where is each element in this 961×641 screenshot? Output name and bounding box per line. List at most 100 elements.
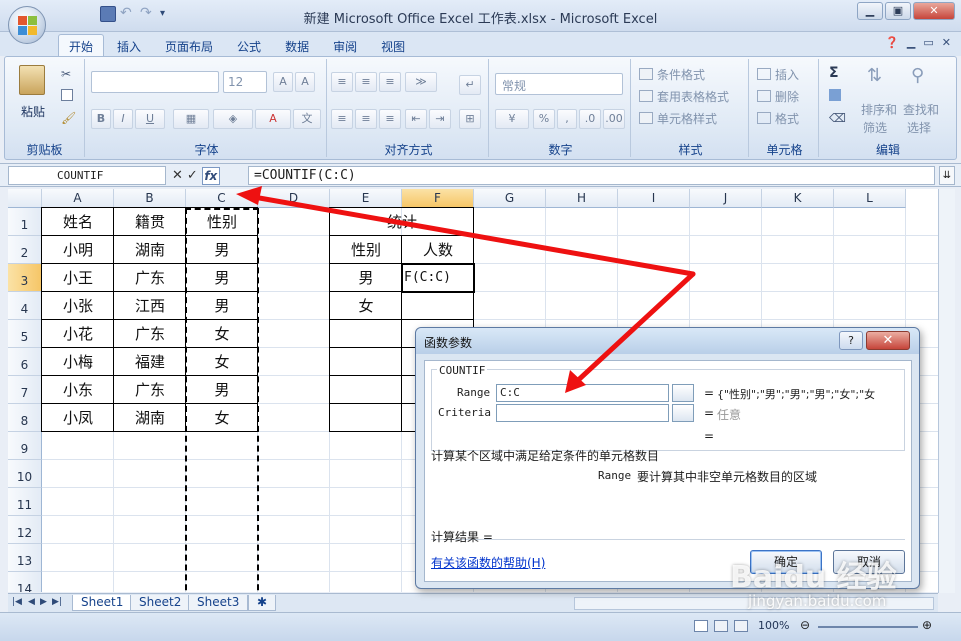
row-header-10[interactable]: 10 [8,460,42,488]
paste-icon[interactable] [19,65,45,95]
row-header-7[interactable]: 7 [8,376,42,404]
find-select-label-1[interactable]: 查找和 [903,101,939,118]
clear-icon[interactable]: ⌫ [829,111,846,125]
first-sheet-icon[interactable]: |◀ [12,597,22,607]
enter-entry-icon[interactable]: ✓ [187,168,198,183]
format-cells-button[interactable]: 格式 [775,110,799,127]
row-header-11[interactable]: 11 [8,488,42,516]
shrink-font-button[interactable]: A [295,72,315,92]
number-format-select[interactable]: 常规 [495,73,623,95]
row-header-14[interactable]: 14 [8,572,42,592]
column-header-f[interactable]: F [402,189,474,208]
tab-page-layout[interactable]: 页面布局 [154,34,224,58]
dialog-help-button[interactable]: ? [839,331,863,350]
row-header-8[interactable]: 8 [8,404,42,432]
row-header-4[interactable]: 4 [8,292,42,320]
column-header-e[interactable]: E [330,189,402,208]
expand-formula-bar-icon[interactable]: ⇊ [939,166,955,185]
sort-filter-icon[interactable]: ⇅ [867,65,882,86]
find-select-label-2[interactable]: 选择 [907,119,931,136]
borders-button[interactable]: ▦ [173,109,209,129]
format-as-table-button[interactable]: 套用表格格式 [657,88,729,105]
office-button[interactable] [8,6,46,44]
vertical-scrollbar[interactable] [938,189,955,593]
fill-color-button[interactable]: ◈ [213,109,253,129]
bold-button[interactable]: B [91,109,111,129]
range-input[interactable]: C:C [496,384,669,402]
cancel-entry-icon[interactable]: ✕ [172,168,183,183]
align-left-button[interactable]: ≡ [331,109,353,129]
column-header-d[interactable]: D [258,189,330,208]
phonetic-button[interactable]: 文 [293,109,321,129]
grow-font-button[interactable]: A [273,72,293,92]
select-all-corner[interactable] [8,189,42,208]
font-color-button[interactable]: A [255,109,291,129]
column-header-i[interactable]: I [618,189,690,208]
criteria-input[interactable] [496,404,669,422]
page-layout-view-icon[interactable] [714,620,728,632]
autosum-icon[interactable]: Σ [829,65,839,81]
align-right-button[interactable]: ≡ [379,109,401,129]
row-header-5[interactable]: 5 [8,320,42,348]
row-header-1[interactable]: 1 [8,208,42,236]
tab-insert[interactable]: 插入 [106,34,152,58]
row-header-13[interactable]: 13 [8,544,42,572]
range-collapse-icon[interactable] [672,384,694,402]
row-header-9[interactable]: 9 [8,432,42,460]
restore-button[interactable]: ▣ [885,2,911,20]
tab-data[interactable]: 数据 [274,34,320,58]
find-select-icon[interactable]: ⚲ [911,65,924,86]
insert-sheet-icon[interactable]: ✱ [248,595,277,611]
currency-button[interactable]: ¥ [495,109,529,129]
sort-filter-label-1[interactable]: 排序和 [861,101,897,118]
workbook-minimize-icon[interactable]: ▁ [907,36,915,49]
align-top-button[interactable]: ≡ [331,72,353,92]
tab-view[interactable]: 视图 [370,34,416,58]
column-header-h[interactable]: H [546,189,618,208]
decrease-decimal-button[interactable]: .00 [603,109,625,129]
column-header-k[interactable]: K [762,189,834,208]
sort-filter-label-2[interactable]: 筛选 [863,119,887,136]
row-header-3[interactable]: 3 [8,264,42,292]
zoom-in-icon[interactable]: ⊕ [922,618,932,632]
tab-home[interactable]: 开始 [58,34,105,58]
minimize-button[interactable]: ▁ [857,2,883,20]
tab-review[interactable]: 审阅 [322,34,368,58]
conditional-format-button[interactable]: 条件格式 [657,66,705,83]
column-header-a[interactable]: A [42,189,114,208]
delete-cells-button[interactable]: 删除 [775,88,799,105]
sheet-tab-3[interactable]: Sheet3 [188,595,249,611]
format-painter-icon[interactable]: 🖌 [61,111,76,125]
font-name-select[interactable] [91,71,219,93]
copy-icon[interactable] [61,89,73,101]
normal-view-icon[interactable] [694,620,708,632]
last-sheet-icon[interactable]: ▶| [52,597,62,607]
align-middle-button[interactable]: ≡ [355,72,377,92]
underline-button[interactable]: U [135,109,165,129]
column-header-b[interactable]: B [114,189,186,208]
fill-icon[interactable] [829,89,841,101]
zoom-out-icon[interactable]: ⊖ [800,618,810,632]
align-center-button[interactable]: ≡ [355,109,377,129]
close-button[interactable]: ✕ [913,2,955,20]
cut-icon[interactable]: ✂ [61,67,71,81]
dialog-title-bar[interactable]: 函数参数 ? ✕ [416,328,919,354]
sheet-tab-1[interactable]: Sheet1 [72,595,133,611]
increase-decimal-button[interactable]: .0 [579,109,601,129]
cell-styles-button[interactable]: 单元格样式 [657,110,717,127]
dialog-close-button[interactable]: ✕ [866,331,910,350]
column-header-c[interactable]: C [186,189,258,208]
page-break-view-icon[interactable] [734,620,748,632]
workbook-restore-icon[interactable]: ▭ [923,36,933,49]
sheet-tab-2[interactable]: Sheet2 [130,595,191,611]
italic-button[interactable]: I [113,109,133,129]
percent-button[interactable]: % [533,109,555,129]
column-header-g[interactable]: G [474,189,546,208]
insert-function-button[interactable]: fx [201,166,220,185]
criteria-collapse-icon[interactable] [672,404,694,422]
insert-cells-button[interactable]: 插入 [775,66,799,83]
merge-button[interactable]: ⊞ [459,109,481,129]
formula-input[interactable]: =COUNTIF(C:C) [248,166,935,185]
row-header-12[interactable]: 12 [8,516,42,544]
orientation-button[interactable]: ≫ [405,72,437,92]
